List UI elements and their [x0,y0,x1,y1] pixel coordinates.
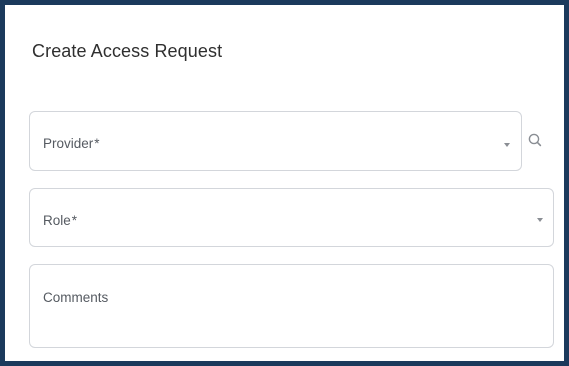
chevron-down-icon[interactable] [504,143,510,147]
provider-label: Provider [43,136,94,151]
comments-label: Comments [43,290,109,305]
role-label-group: Role* [43,213,77,228]
page-title: Create Access Request [32,41,223,61]
chevron-down-icon[interactable] [537,218,543,222]
create-access-request-panel: Create Access Request Provider* Role* Co… [0,0,569,366]
provider-select[interactable]: Provider* [29,111,522,171]
role-required-marker: * [71,213,78,228]
comments-textarea[interactable]: Comments [29,264,554,348]
role-label: Role [43,213,71,228]
provider-required-marker: * [94,136,100,151]
search-icon[interactable] [527,132,543,148]
role-select[interactable]: Role* [29,188,554,247]
provider-label-group: Provider* [43,136,100,151]
